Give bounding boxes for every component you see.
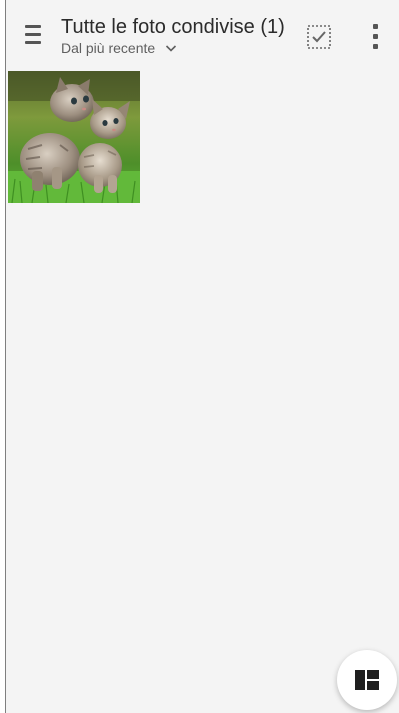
chevron-down-icon [166, 45, 177, 52]
app-bar: Tutte le foto condivise (1) Dal più rece… [6, 0, 399, 70]
sort-label: Dal più recente [61, 40, 156, 56]
kittens-photo [8, 71, 140, 203]
more-options-button[interactable] [369, 23, 383, 51]
layout-icon [355, 670, 379, 690]
sort-dropdown[interactable]: Dal più recente [61, 39, 285, 57]
select-all-icon [307, 25, 331, 49]
app-frame: Tutte le foto condivise (1) Dal più rece… [5, 0, 399, 713]
menu-button[interactable] [20, 22, 46, 50]
layout-fab-button[interactable] [337, 650, 397, 710]
title-block: Tutte le foto condivise (1) Dal più rece… [61, 15, 285, 57]
page-title: Tutte le foto condivise (1) [61, 16, 285, 38]
photo-thumbnail[interactable] [8, 71, 140, 203]
select-button[interactable] [305, 23, 333, 51]
